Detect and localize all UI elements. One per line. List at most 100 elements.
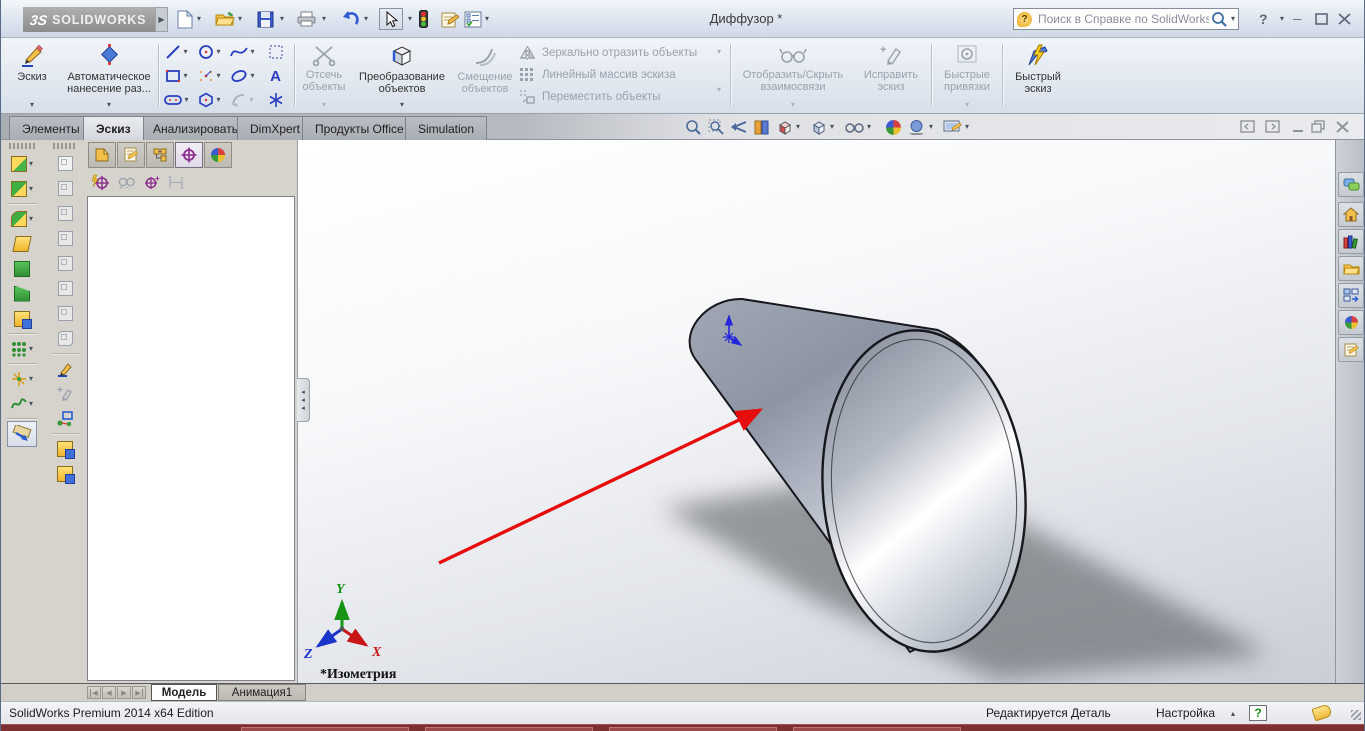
rectangle-tool-button[interactable]: ▾ — [161, 65, 192, 87]
resources-tab[interactable] — [1338, 202, 1364, 227]
resize-grip[interactable] — [1351, 710, 1361, 720]
sketch-ink-button[interactable]: + — [47, 381, 83, 406]
tab-sketch[interactable]: Эскиз — [83, 116, 144, 140]
circle-tool-button[interactable]: ▾ — [194, 41, 225, 63]
section-view-button[interactable] — [751, 117, 771, 137]
tab-evaluate[interactable]: Анализировать — [140, 116, 251, 140]
appearances-tab[interactable] — [1338, 310, 1364, 335]
apply-scene-button[interactable] — [906, 117, 926, 137]
configuration-arrow-icon[interactable]: ▴ — [1231, 709, 1235, 718]
edit-appearance-button[interactable] — [883, 117, 903, 137]
window-restore-button[interactable] — [1315, 8, 1328, 30]
dropdown-icon[interactable]: ▾ — [717, 86, 721, 94]
hole-wizard-button[interactable] — [3, 306, 41, 331]
tab-scroll-next-button[interactable]: ▶ — [117, 686, 131, 699]
linear-pattern-item[interactable]: Линейный массив эскиза — [519, 64, 717, 86]
sketch-button[interactable]: Эскиз ▾ — [5, 40, 59, 112]
previous-view-button[interactable] — [729, 117, 749, 137]
auto-dimension-scheme-icon[interactable] — [92, 174, 109, 191]
view-palette-tab[interactable] — [1338, 283, 1364, 308]
forum-tab[interactable] — [1338, 172, 1364, 197]
fillet-button[interactable]: ▾ — [3, 206, 41, 231]
window-minimize-button[interactable]: ─ — [1293, 8, 1302, 30]
hide-show-items-button[interactable] — [844, 117, 864, 137]
view-top-button[interactable] — [47, 276, 83, 301]
collapse-right-pane-button[interactable] — [1263, 119, 1281, 134]
toolbar-grip[interactable] — [53, 143, 77, 149]
display-style-dropdown[interactable]: ▾ — [827, 117, 837, 137]
display-style-button[interactable] — [809, 117, 829, 137]
tags-icon[interactable] — [1311, 703, 1333, 722]
zoom-fit-button[interactable] — [683, 117, 703, 137]
auto-dimension-button[interactable]: Автоматическое нанесение раз... ▾ — [61, 40, 157, 112]
move-entities-item[interactable]: Переместить объекты — [519, 86, 717, 108]
view-front-button[interactable] — [47, 176, 83, 201]
custom-properties-tab[interactable] — [1338, 337, 1364, 362]
draft-button[interactable] — [3, 231, 41, 256]
dropdown-icon[interactable]: ▾ — [717, 48, 721, 56]
taskbar-button[interactable] — [793, 727, 961, 731]
polygon-tool-button[interactable]: ▾ — [194, 89, 225, 111]
rapid-sketch-button[interactable]: Быстрый эскиз — [1006, 40, 1070, 112]
rib-button[interactable] — [3, 281, 41, 306]
window-close-button[interactable] — [1338, 8, 1351, 30]
line-tool-button[interactable]: ▾ — [161, 41, 192, 63]
extrude-boss-button[interactable]: ▾ — [3, 151, 41, 176]
collapse-left-pane-button[interactable] — [1238, 119, 1256, 134]
normal-to-button[interactable] — [47, 151, 83, 176]
search-scope-dropdown[interactable]: ▾ — [1231, 15, 1235, 23]
linear-pattern-button[interactable]: ▾ — [3, 336, 41, 361]
view-back-button[interactable] — [47, 201, 83, 226]
file-explorer-tab[interactable] — [1338, 256, 1364, 281]
point-pattern-button[interactable]: ▾ — [194, 65, 225, 87]
slot-tool-button[interactable]: ▾ — [161, 89, 192, 111]
trim-entities-button[interactable]: Отсечь объекты ▾ — [298, 40, 350, 112]
show-tolerance-status-icon[interactable]: + − — [117, 175, 135, 190]
view-isometric-button[interactable] — [47, 326, 83, 351]
text-tool-button[interactable]: A — [260, 65, 291, 87]
toolbar-grip[interactable] — [9, 143, 35, 149]
point-tool-button[interactable] — [260, 89, 291, 111]
graphics-viewport[interactable]: Y X Z *Изометрия — [297, 140, 1335, 683]
curves-button[interactable]: ▾ — [3, 391, 41, 416]
shell-button[interactable] — [3, 256, 41, 281]
apply-scene-dropdown[interactable]: ▾ — [926, 117, 936, 137]
tab-features[interactable]: Элементы — [9, 116, 93, 140]
model-tab[interactable]: Модель — [151, 684, 217, 701]
view-orientation-button[interactable] — [775, 117, 795, 137]
datum-target-icon[interactable] — [168, 175, 184, 190]
view-bottom-button[interactable] — [47, 301, 83, 326]
exit-sketch-button[interactable] — [47, 406, 83, 431]
tab-scroll-prev-button[interactable]: ◀ — [102, 686, 116, 699]
featuremanager-tab[interactable] — [88, 142, 116, 168]
display-relations-button[interactable]: Отобразить/Скрыть взаимосвязи ▾ — [734, 40, 852, 112]
revolve-boss-button[interactable]: ▾ — [3, 176, 41, 201]
help-button[interactable]: ? — [1259, 8, 1268, 30]
view-orientation-dropdown[interactable]: ▾ — [793, 117, 803, 137]
search-icon[interactable] — [1211, 11, 1228, 28]
tab-scroll-last-button[interactable]: ▶ — [132, 686, 146, 699]
tab-office-products[interactable]: Продукты Office — [302, 116, 417, 140]
instant3d-button[interactable] — [7, 421, 37, 447]
panel-collapse-handle[interactable]: ◂ ◂ ◂ — [297, 378, 310, 422]
taskbar-button[interactable] — [425, 727, 593, 731]
offset-entities-button[interactable]: Смещение объектов — [454, 40, 516, 112]
tab-simulation[interactable]: Simulation — [405, 116, 488, 140]
doc-restore-button[interactable] — [1309, 119, 1327, 134]
help-search-input[interactable] — [1036, 11, 1211, 27]
feature-tree-area[interactable] — [87, 196, 295, 681]
copy-scheme-icon[interactable]: + — [143, 174, 160, 191]
animation-tab[interactable]: Анимация1 — [218, 684, 306, 701]
doc-minimize-button[interactable] — [1289, 119, 1307, 134]
configurationmanager-tab[interactable] — [146, 142, 174, 168]
reference-geometry-button[interactable]: ▾ — [3, 366, 41, 391]
zoom-area-button[interactable] — [706, 117, 726, 137]
taskbar-button[interactable] — [609, 727, 777, 731]
displaymanager-tab[interactable] — [204, 142, 232, 168]
spline-tool-button[interactable]: ▾ — [227, 41, 258, 63]
cone-model[interactable] — [688, 297, 1039, 660]
propertymanager-tab[interactable] — [117, 142, 145, 168]
mirror-entities-item[interactable]: Зеркально отразить объекты — [519, 42, 717, 64]
offset-entities-tool-button[interactable] — [47, 461, 83, 486]
dimxpertmanager-tab[interactable] — [175, 142, 203, 168]
